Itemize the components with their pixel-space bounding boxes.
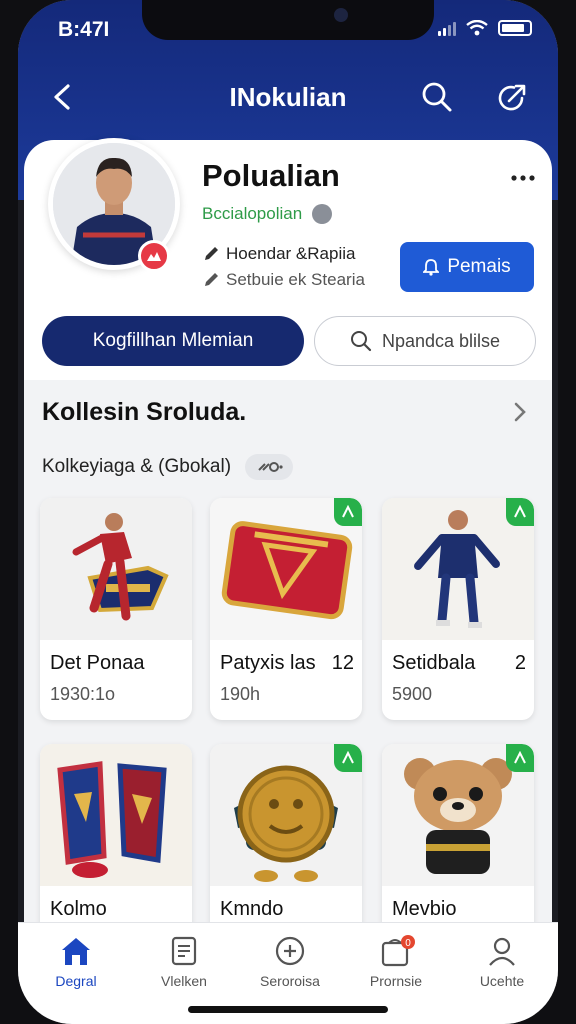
tab-feed[interactable]: Vlelken	[136, 935, 232, 989]
item-name: Mevbio	[392, 898, 457, 920]
top-nav: INokulian	[18, 72, 558, 122]
live-badge-icon	[138, 240, 170, 272]
secondary-search-button[interactable]: Npandca blilse	[314, 316, 536, 366]
chevron-right-icon[interactable]	[510, 400, 530, 424]
camera-notch	[142, 0, 434, 40]
new-tag-icon	[506, 744, 534, 772]
tab-label: Vlelken	[161, 973, 207, 989]
follow-button[interactable]: Pemais	[400, 242, 534, 292]
tab-profile[interactable]: Ucehte	[454, 935, 550, 989]
collection-card[interactable]: Setidbala 2 5900	[382, 498, 534, 720]
new-tag-icon	[506, 498, 534, 526]
battery-icon	[498, 20, 532, 36]
tab-label: Ucehte	[479, 973, 525, 989]
filter-row: Kolkeyiaga & (Gbokal)	[42, 454, 294, 480]
plus-circle-icon	[275, 936, 305, 966]
collection-card[interactable]: Det Ponaa 1930:1o	[40, 498, 192, 720]
item-image	[40, 744, 192, 886]
bag-icon: 0	[381, 935, 415, 967]
profile-name: Polualian	[202, 158, 340, 193]
profile-meta-1: Hoendar &Rapiia	[202, 244, 355, 264]
pencil-icon	[205, 247, 218, 260]
verified-icon	[312, 204, 333, 224]
search-icon[interactable]	[420, 80, 454, 114]
bell-icon	[423, 259, 440, 276]
document-icon	[171, 936, 197, 966]
user-icon	[489, 937, 515, 966]
item-price: 5900	[392, 684, 433, 704]
tab-label: Degral	[55, 973, 97, 989]
profile-meta-2: Setbuie ek Stearia	[202, 270, 365, 290]
profile-subtitle: Bccialopolian	[202, 204, 333, 224]
item-name: Patyxis las	[220, 652, 316, 674]
filter-chip[interactable]	[245, 454, 294, 480]
item-quantity: 2	[514, 652, 526, 674]
status-time: B:47I	[58, 18, 110, 41]
tab-home[interactable]: Degral	[28, 935, 124, 989]
profile-meta-2-text: Setbuie ek Stearia	[226, 270, 365, 289]
collection-card[interactable]: Patyxis las 12 190h	[210, 498, 362, 720]
new-tag-icon	[334, 498, 362, 526]
profile-card: Polualian Bccialopolian Hoendar &Rapiia …	[24, 138, 552, 380]
filter-label: Kolkeyiaga & (Gbokal)	[42, 456, 232, 477]
item-quantity: 12	[331, 652, 354, 674]
page-title: INokulian	[229, 82, 347, 112]
status-icons	[438, 20, 532, 36]
follow-button-label: Pemais	[447, 256, 511, 277]
item-image	[40, 498, 192, 640]
more-options-icon[interactable]	[508, 168, 538, 188]
secondary-button-label: Npandca blilse	[381, 330, 501, 351]
item-name: Kolmo	[50, 898, 107, 920]
home-indicator	[188, 1006, 388, 1013]
tab-badge: 0	[405, 938, 411, 949]
tab-create[interactable]: Seroroisa	[242, 935, 338, 989]
primary-action-button[interactable]: Kogfillhan Mlemian	[42, 316, 304, 366]
item-name: Det Ponaa	[50, 652, 145, 674]
signal-icon	[438, 20, 456, 36]
tab-promo[interactable]: 0 Prornsie	[348, 935, 444, 989]
tab-label: Prornsie	[369, 973, 423, 989]
profile-subtitle-text: Bccialopolian	[202, 204, 303, 223]
item-name: Setidbala	[392, 652, 476, 674]
collection-title: Kollesin Sroluda.	[42, 398, 247, 426]
tab-label: Seroroisa	[260, 973, 320, 989]
item-price: 1930:1o	[50, 684, 116, 704]
pencil-icon	[205, 273, 218, 286]
link-icon	[258, 462, 283, 472]
phone-screen: B:47I INokulian Polualian Bccialopolian …	[18, 0, 558, 1024]
share-icon[interactable]	[494, 80, 530, 116]
item-name: Kmndo	[220, 898, 284, 920]
new-tag-icon	[334, 744, 362, 772]
search-icon	[350, 331, 372, 352]
item-price: 190h	[220, 684, 261, 704]
home-icon	[62, 938, 90, 965]
wifi-icon	[466, 20, 488, 36]
profile-meta-1-text: Hoendar &Rapiia	[226, 244, 356, 263]
